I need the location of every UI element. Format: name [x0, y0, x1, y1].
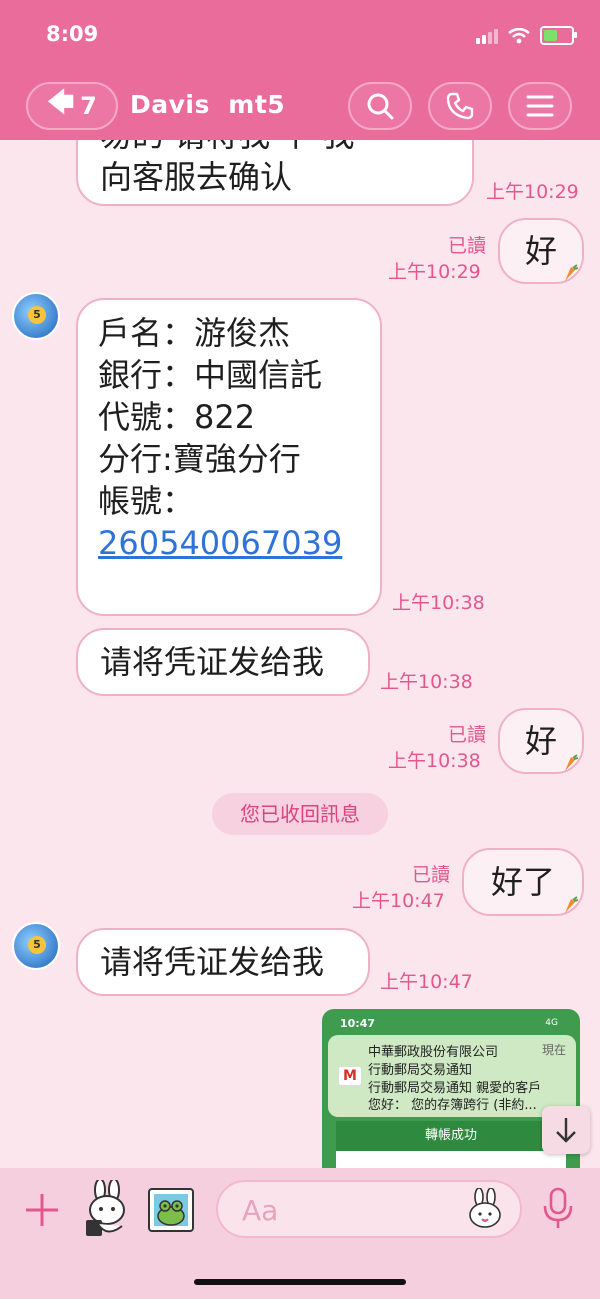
message-text: 分行:寶強分行	[98, 440, 301, 478]
message-text: 向客服去确认	[100, 158, 293, 196]
message-bubble[interactable]: 戶名：游俊杰 銀行：中國信託 代號：822 分行:寶強分行 帳號： 260540…	[76, 298, 382, 616]
notification-preview: 您好： 您的存簿跨行 (非約...	[368, 1098, 537, 1113]
status-icons	[476, 26, 577, 45]
photo-icon[interactable]	[146, 1186, 196, 1234]
battery-icon	[540, 26, 577, 45]
read-receipt: 已讀	[448, 235, 487, 257]
message-text: 易的 请将我 下 我	[100, 140, 450, 156]
thumb-signal: 4G	[545, 1018, 558, 1028]
carrot-icon	[565, 896, 578, 913]
scroll-to-bottom-button[interactable]	[542, 1106, 590, 1154]
read-receipt: 已讀	[412, 864, 451, 886]
status-time: 8:09	[46, 22, 99, 46]
menu-button[interactable]	[508, 82, 572, 130]
chat-area[interactable]: 易的 请将我 下 我 向客服去确认 上午10:29 已讀 上午10:29 好 5…	[0, 140, 600, 1168]
message-text: 銀行：中國信託	[98, 356, 323, 394]
notification-subject: 行動郵局交易通知	[368, 1063, 473, 1078]
message-time: 上午10:29	[388, 261, 481, 283]
account-number-link[interactable]: 260540067039	[98, 522, 360, 564]
sticker-icon[interactable]	[78, 1180, 136, 1240]
back-arrow-icon: 🡄	[47, 88, 75, 118]
message-text: 好	[524, 722, 557, 760]
notification-time: 現在	[541, 1043, 566, 1057]
unsent-message-notice: 您已收回訊息	[212, 793, 388, 835]
back-button[interactable]: 🡄 7	[26, 82, 118, 130]
message-bubble[interactable]: 请将凭证发给我	[76, 928, 370, 996]
message-text: 帳號：	[98, 482, 195, 520]
message-bubble[interactable]: 请将凭证发给我	[76, 628, 370, 696]
cellular-signal-icon	[476, 28, 498, 44]
transfer-success-banner: 轉帳成功	[336, 1121, 566, 1151]
carrot-icon	[565, 754, 578, 771]
thumb-status-time: 10:47	[340, 1017, 376, 1030]
search-button[interactable]	[348, 82, 412, 130]
plus-icon[interactable]	[22, 1190, 62, 1230]
message-input[interactable]: Aa	[216, 1180, 522, 1238]
menu-icon	[526, 95, 554, 117]
contact-avatar[interactable]: 5	[12, 922, 60, 970]
header-bar: 8:09 🡄 7 Davis mt5	[0, 0, 600, 140]
chat-title: Davis mt5	[130, 90, 286, 119]
message-text: 好	[524, 232, 557, 270]
message-text: 请将凭证发给我	[100, 943, 325, 981]
microphone-icon[interactable]	[540, 1186, 576, 1230]
unread-count: 7	[80, 92, 97, 120]
message-text: 戶名：游俊杰	[98, 314, 291, 352]
message-text: 代號：822	[98, 398, 256, 436]
carrot-icon	[565, 264, 578, 281]
arrow-down-icon	[556, 1118, 576, 1143]
thumb-content	[336, 1151, 566, 1168]
message-text: 请将凭证发给我	[100, 643, 325, 681]
message-time: 上午10:47	[352, 890, 445, 912]
message-text: 好了	[490, 863, 555, 901]
input-placeholder: Aa	[242, 1194, 279, 1227]
search-icon	[367, 93, 394, 120]
phone-icon	[446, 92, 474, 120]
message-time: 上午10:47	[380, 971, 473, 993]
notification-sender: 中華郵政股份有限公司	[368, 1045, 499, 1060]
wifi-icon	[508, 27, 530, 43]
gmail-icon	[338, 1066, 362, 1086]
home-indicator[interactable]	[194, 1279, 406, 1285]
call-button[interactable]	[428, 82, 492, 130]
read-receipt: 已讀	[448, 724, 487, 746]
notification-card: 中華郵政股份有限公司 現在 行動郵局交易通知 行動郵局交易通知 親愛的客戶 您好…	[328, 1035, 576, 1117]
message-bubble[interactable]: 易的 请将我 下 我 向客服去确认	[76, 140, 474, 206]
message-time: 上午10:38	[380, 671, 473, 693]
message-time: 上午10:29	[486, 181, 579, 203]
emoji-icon[interactable]	[464, 1188, 506, 1230]
contact-avatar[interactable]: 5	[12, 292, 60, 340]
message-time: 上午10:38	[392, 592, 485, 614]
message-time: 上午10:38	[388, 750, 481, 772]
